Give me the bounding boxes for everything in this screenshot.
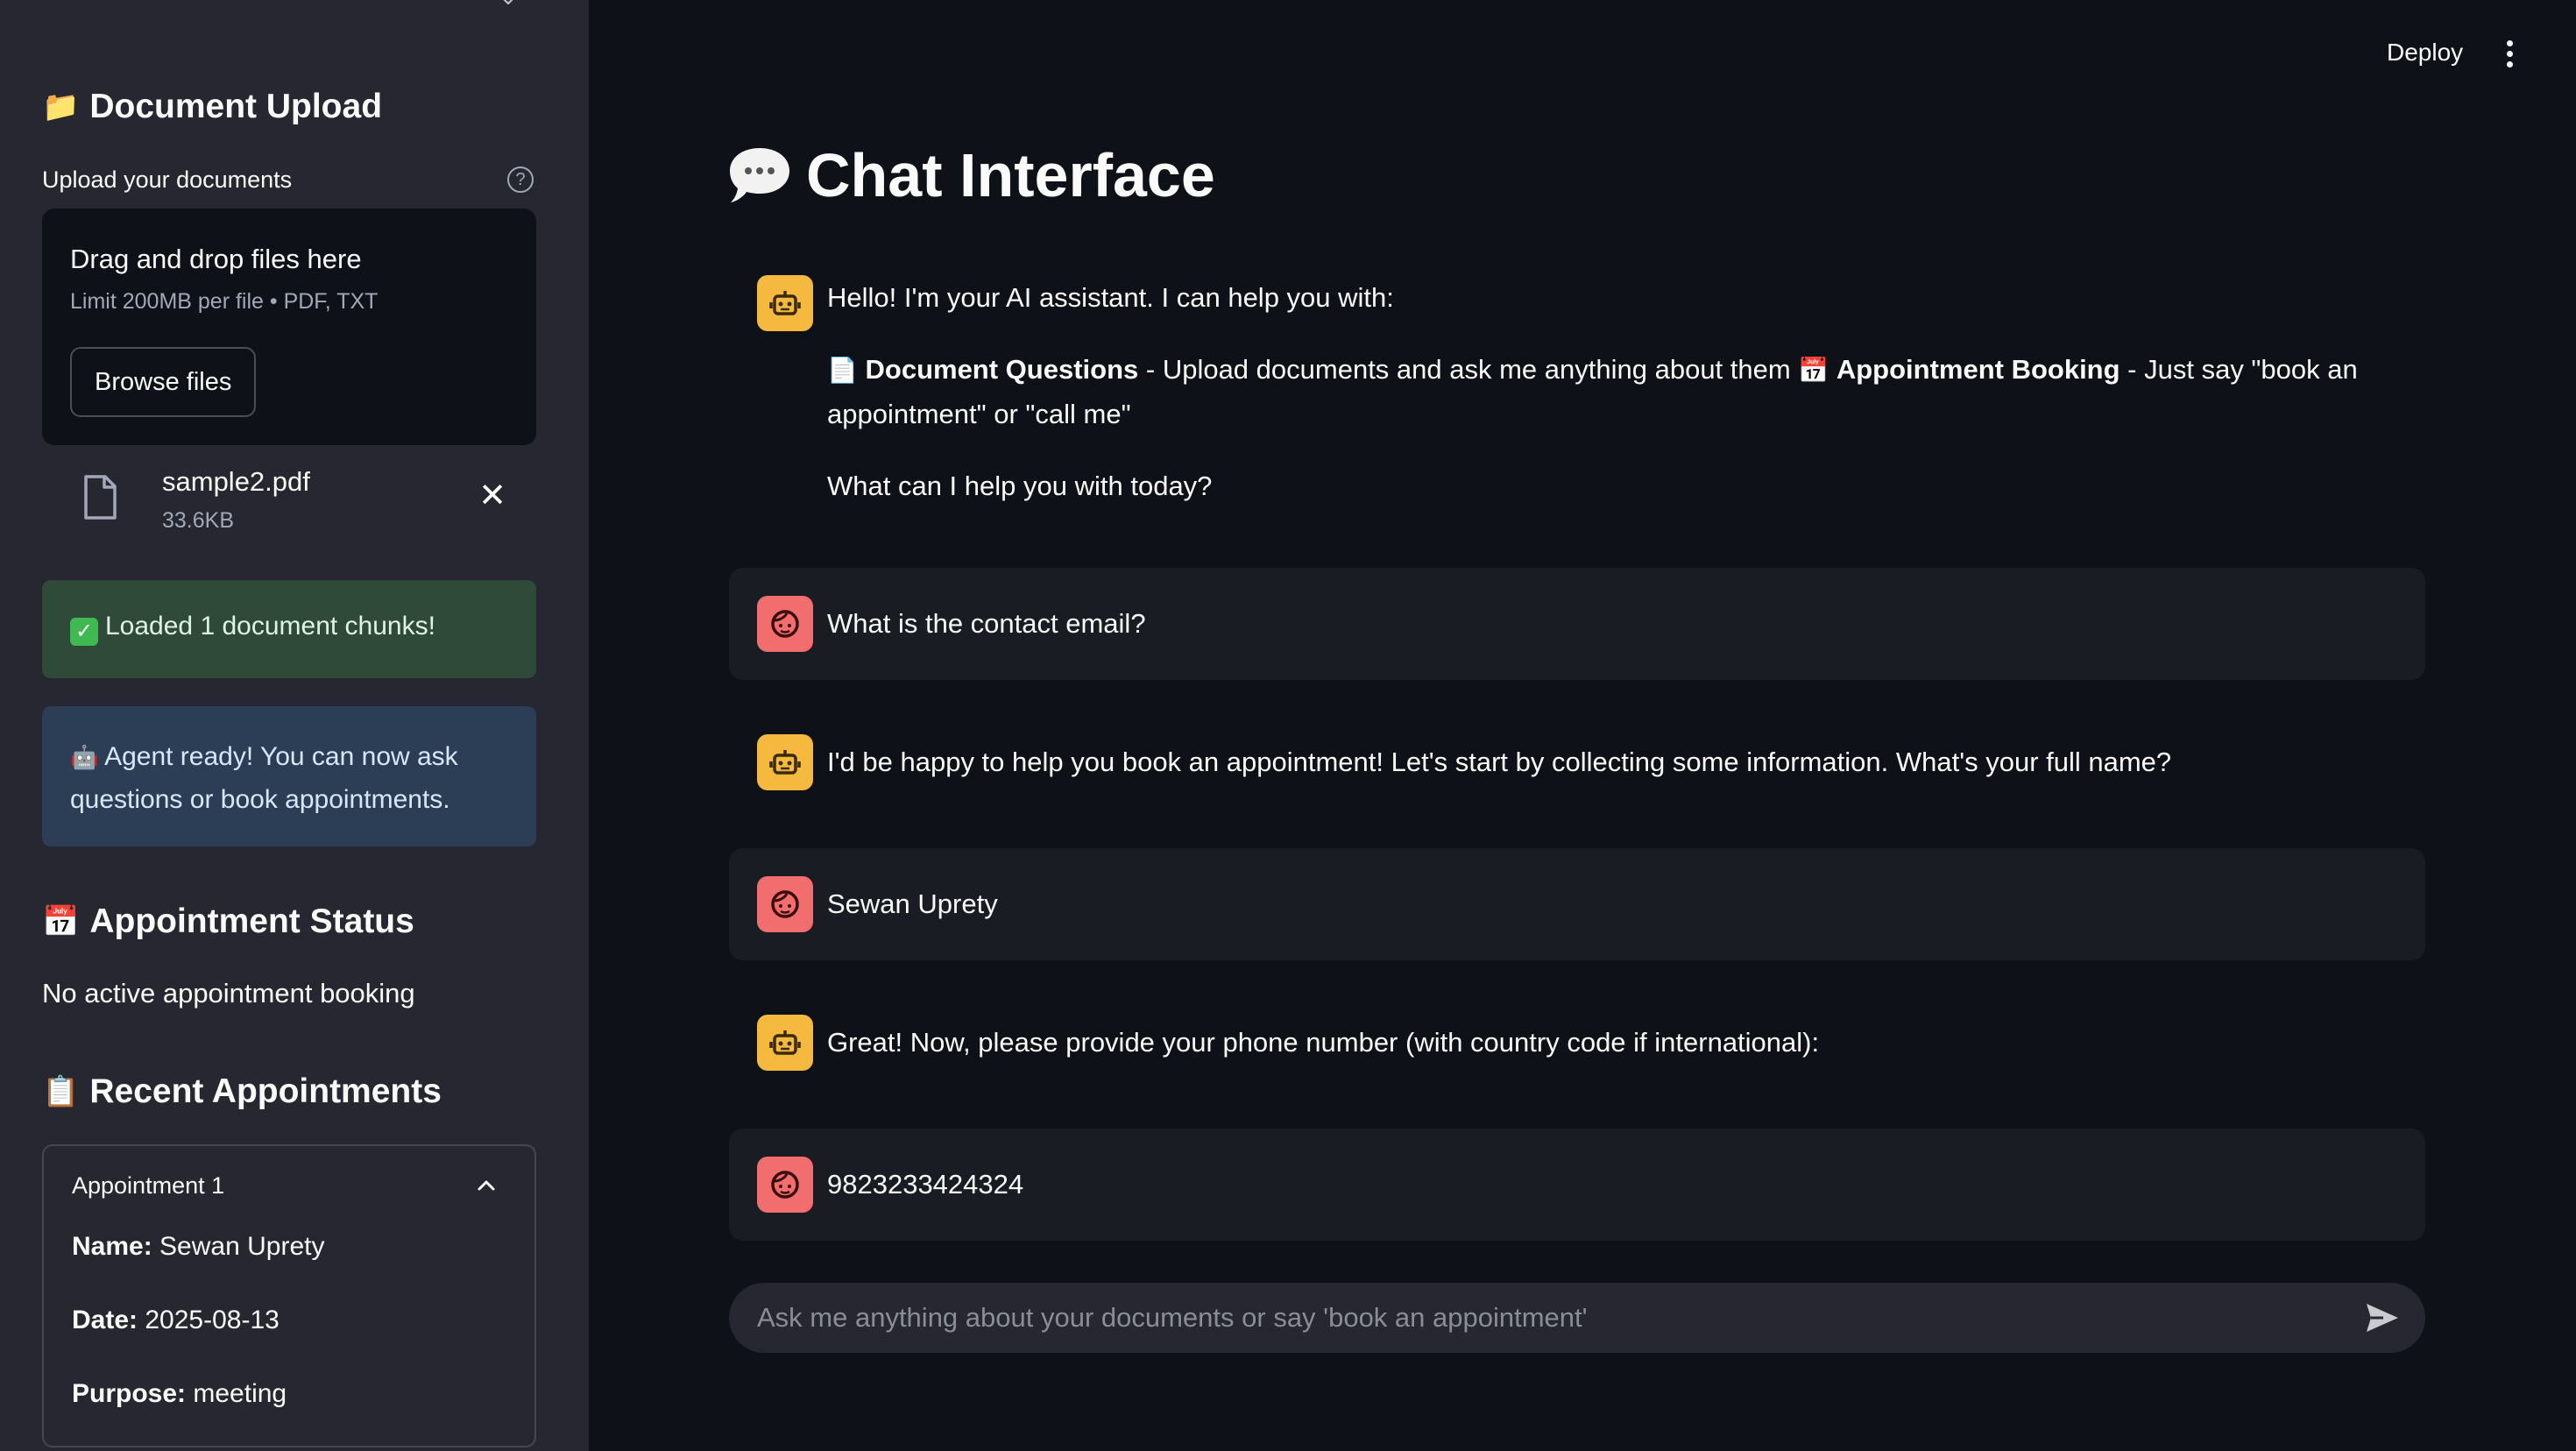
message-text: Hello! I'm your AI assistant. I can help… [827, 276, 2369, 508]
upload-heading: 📁 Document Upload [42, 88, 382, 126]
chat-input[interactable] [757, 1283, 2334, 1353]
page-title: Chat Interface [727, 140, 1215, 210]
message-text: Sewan Uprety [827, 888, 998, 919]
purpose-value: meeting [193, 1379, 287, 1408]
robot-icon: 🤖 [70, 745, 99, 771]
message-intro: Hello! I'm your AI assistant. I can help… [827, 282, 1394, 313]
chat-message-user: What is the contact email? [729, 568, 2425, 680]
kebab-menu-icon[interactable] [2501, 40, 2518, 75]
page-title-text: Chat Interface [806, 141, 1215, 209]
chat-message-assistant: Hello! I'm your AI assistant. I can help… [729, 263, 2425, 526]
appointment-purpose: Purpose: meeting [72, 1379, 287, 1409]
doc-bold: Document Questions [865, 354, 1139, 385]
file-size: 33.6KB [162, 508, 235, 533]
sidebar: ⌄ 📁 Document Upload Upload your document… [0, 0, 589, 1451]
chat-input-bar [729, 1283, 2425, 1353]
message-capabilities: 📄 Document Questions - Upload documents … [827, 348, 2369, 436]
info-alert: 🤖 Agent ready! You can now ask questions… [42, 706, 536, 846]
check-icon: ✓ [70, 618, 98, 646]
appointment-expander: Appointment 1 Name: Sewan Uprety Date: 2… [42, 1144, 536, 1447]
uploaded-file: sample2.pdf 33.6KB ✕ [42, 456, 536, 543]
message-closing: What can I help you with today? [827, 471, 1213, 501]
upload-label: Upload your documents [42, 166, 293, 193]
file-dropzone[interactable]: Drag and drop files here Limit 200MB per… [42, 209, 536, 445]
sidebar-collapse-icon[interactable]: ⌄ [496, 0, 520, 8]
recent-heading-text: Recent Appointments [89, 1072, 442, 1110]
name-label: Name: [72, 1232, 152, 1261]
message-text: Great! Now, please provide your phone nu… [827, 1027, 1820, 1058]
bot-avatar-icon [757, 734, 813, 790]
send-icon[interactable] [2364, 1300, 2401, 1335]
remove-file-icon[interactable]: ✕ [475, 478, 510, 513]
message-text: 9823233424324 [827, 1169, 1024, 1200]
chat-message-user: Sewan Uprety [729, 848, 2425, 960]
bot-avatar-icon [757, 1015, 813, 1071]
appt-bold: Appointment Booking [1836, 354, 2120, 385]
user-avatar-icon [757, 596, 813, 652]
help-icon[interactable]: ? [507, 166, 534, 193]
date-value: 2025-08-13 [145, 1306, 280, 1334]
message-text: I'd be happy to help you book an appoint… [827, 747, 2172, 777]
appointment-name: Name: Sewan Uprety [72, 1232, 324, 1262]
chevron-up-icon[interactable] [473, 1172, 499, 1199]
info-message: Agent ready! You can now ask questions o… [70, 742, 458, 814]
browse-files-button[interactable]: Browse files [70, 347, 257, 417]
page-icon: 📄 [827, 356, 858, 385]
dropzone-limit: Limit 200MB per file • PDF, TXT [70, 289, 379, 314]
success-message: Loaded 1 document chunks! [105, 612, 435, 641]
status-text: No active appointment booking [42, 978, 415, 1009]
user-avatar-icon [757, 876, 813, 932]
message-text: What is the contact email? [827, 608, 1146, 639]
purpose-label: Purpose: [72, 1379, 187, 1408]
chat-message-user: 9823233424324 [729, 1129, 2425, 1241]
folder-icon: 📁 [42, 89, 80, 124]
user-avatar-icon [757, 1157, 813, 1213]
calendar-icon: 📅 [42, 904, 80, 939]
file-name: sample2.pdf [162, 466, 310, 497]
name-value: Sewan Uprety [159, 1232, 325, 1261]
chat-message-assistant: I'd be happy to help you book an appoint… [729, 734, 2425, 813]
file-icon [84, 475, 117, 520]
status-heading-text: Appointment Status [89, 902, 414, 940]
dropzone-title: Drag and drop files here [70, 244, 362, 274]
appointment-title[interactable]: Appointment 1 [72, 1172, 224, 1200]
speech-bubble-icon [730, 148, 789, 202]
success-alert: ✓ Loaded 1 document chunks! [42, 580, 536, 678]
upload-heading-text: Document Upload [89, 88, 383, 125]
recent-heading: 📋 Recent Appointments [42, 1072, 442, 1111]
date-label: Date: [72, 1306, 138, 1334]
chat-message-assistant: Great! Now, please provide your phone nu… [729, 1015, 2425, 1094]
deploy-button[interactable]: Deploy [2387, 39, 2463, 67]
status-heading: 📅 Appointment Status [42, 902, 414, 941]
app-root: ⌄ 📁 Document Upload Upload your document… [0, 0, 2576, 1451]
appointment-date: Date: 2025-08-13 [72, 1306, 280, 1335]
bot-avatar-icon [757, 275, 813, 331]
doc-text: - Upload documents and ask me anything a… [1138, 354, 1799, 385]
clipboard-icon: 📋 [42, 1074, 80, 1109]
calendar-icon: 📅 [1798, 356, 1829, 385]
main-area: Deploy Chat Interface Hello! I'm your AI… [589, 0, 2576, 1451]
